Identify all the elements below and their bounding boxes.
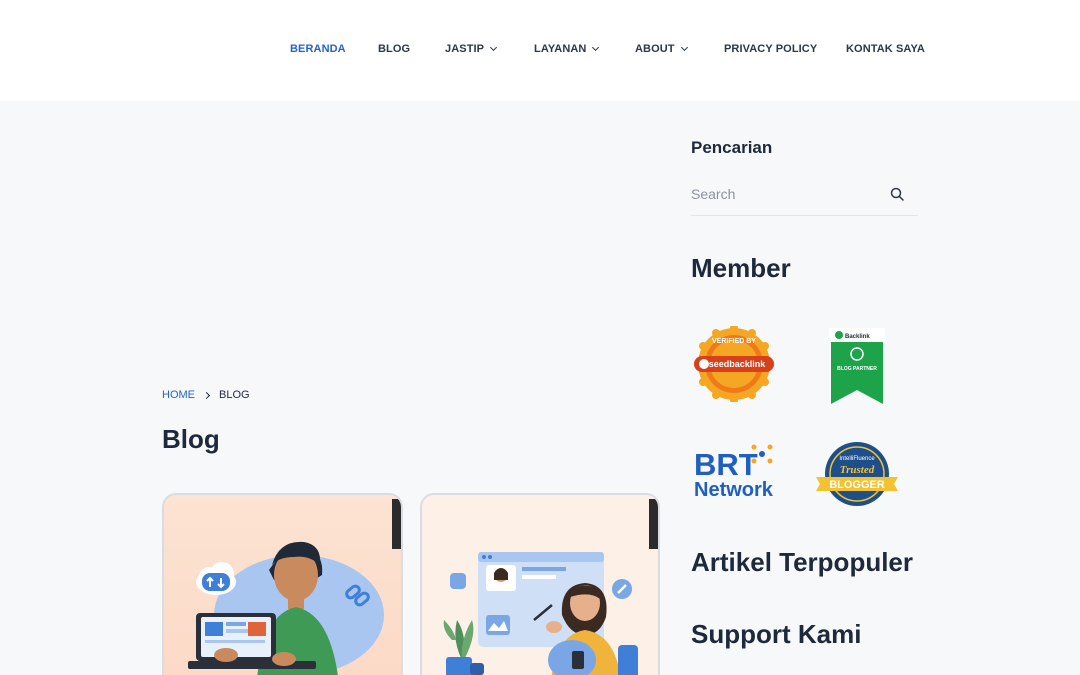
page-title: Blog: [162, 424, 220, 454]
support-widget-title: Support Kami: [691, 619, 862, 649]
nav-item-jastip[interactable]: JASTIP: [445, 43, 498, 55]
svg-text:BRT: BRT: [694, 447, 758, 482]
chevron-down-icon: [592, 43, 600, 52]
popular-articles-widget-title: Artikel Terpopuler: [691, 547, 914, 577]
briefcase-icon: [450, 573, 466, 589]
seedbacklink-badge[interactable]: VERIFIED BY seedbacklink: [692, 326, 776, 402]
nav-item-kontak-saya[interactable]: KONTAK SAYA: [846, 43, 925, 55]
card-illustration: [422, 495, 658, 675]
backlink-blog-partner-badge[interactable]: Backlink BLOG PARTNER: [829, 328, 885, 406]
main-nav: BERANDA BLOG JASTIP LAYANAN ABOUT PRIVAC…: [0, 43, 1080, 57]
search-box: [691, 176, 918, 216]
svg-text:BLOGGER: BLOGGER: [829, 479, 885, 491]
nav-item-layanan[interactable]: LAYANAN: [534, 43, 600, 55]
svg-text:Backlink: Backlink: [845, 334, 870, 340]
svg-text:VERIFIED BY: VERIFIED BY: [712, 338, 756, 345]
member-widget-title: Member: [691, 253, 791, 283]
nav-item-blog[interactable]: BLOG: [378, 43, 410, 55]
svg-text:IntelliFluence: IntelliFluence: [839, 456, 875, 462]
search-widget-title: Pencarian: [691, 138, 773, 157]
search-input[interactable]: [691, 176, 881, 212]
brt-network-badge[interactable]: BRT Network: [692, 442, 774, 500]
search-icon[interactable]: [890, 187, 904, 201]
breadcrumb-current: BLOG: [219, 389, 250, 401]
svg-text:Trusted: Trusted: [840, 464, 875, 476]
breadcrumb-home-link[interactable]: HOME: [162, 389, 195, 401]
post-card-thumbnail[interactable]: [162, 493, 403, 675]
nav-item-about[interactable]: ABOUT: [635, 43, 688, 55]
chevron-down-icon: [680, 43, 688, 52]
breadcrumb: HOME BLOG: [162, 389, 250, 401]
chevron-down-icon: [490, 43, 498, 52]
svg-text:Network: Network: [694, 479, 774, 500]
card-illustration: [164, 495, 401, 675]
svg-text:BLOG PARTNER: BLOG PARTNER: [837, 366, 877, 372]
svg-text:seedbacklink: seedbacklink: [709, 359, 767, 369]
nav-item-privacy-policy[interactable]: PRIVACY POLICY: [724, 43, 817, 55]
post-card-thumbnail[interactable]: [420, 493, 660, 675]
watermark-strip: [392, 499, 401, 549]
nav-item-beranda[interactable]: BERANDA: [290, 43, 346, 55]
chevron-right-icon: [202, 391, 211, 399]
intellifluence-trusted-blogger-badge[interactable]: IntelliFluence Trusted BLOGGER: [814, 440, 900, 508]
site-header: BERANDA BLOG JASTIP LAYANAN ABOUT PRIVAC…: [0, 0, 1080, 101]
watermark-strip: [649, 499, 658, 549]
